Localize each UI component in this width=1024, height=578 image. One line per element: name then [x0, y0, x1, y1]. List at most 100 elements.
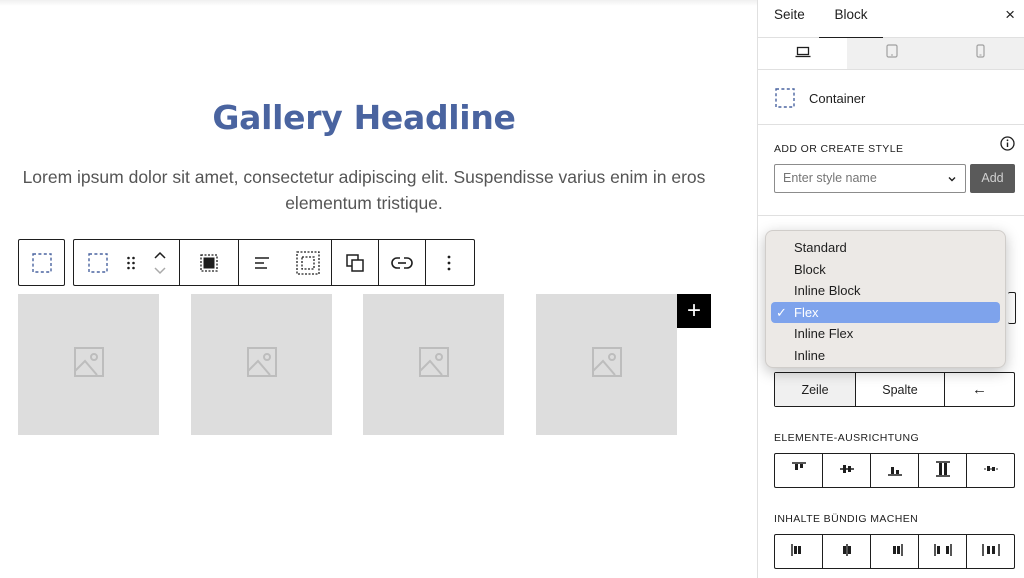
- device-desktop-button[interactable]: [758, 38, 847, 69]
- display-option-inline-block[interactable]: Inline Block: [771, 280, 1000, 302]
- align-end-icon: [887, 462, 903, 479]
- option-label: Inline Block: [794, 283, 861, 298]
- style-section: ADD OR CREATE STYLE Enter style name Add: [758, 125, 1024, 216]
- direction-row-button[interactable]: Zeile: [775, 373, 856, 406]
- gallery-paragraph[interactable]: Lorem ipsum dolor sit amet, consectetur …: [14, 164, 714, 216]
- add-block-button[interactable]: +: [677, 294, 711, 328]
- justify-space-around-icon: [981, 543, 1000, 560]
- padding-icon: [296, 250, 320, 275]
- justify-content-control: [774, 534, 1015, 569]
- duplicate-icon: [345, 253, 365, 273]
- justify-center-button[interactable]: [823, 535, 871, 568]
- justify-start-button[interactable]: [775, 535, 823, 568]
- info-icon[interactable]: [1000, 136, 1015, 156]
- move-up-down-button[interactable]: [141, 240, 179, 285]
- display-option-standard[interactable]: Standard: [771, 237, 1000, 259]
- gallery-image-placeholder[interactable]: [536, 294, 677, 435]
- justify-space-between-icon: [933, 543, 952, 560]
- justify-space-around-button[interactable]: [967, 535, 1014, 568]
- justify-center-icon: [839, 543, 855, 560]
- align-items-control: [774, 453, 1015, 488]
- gallery-headline[interactable]: Gallery Headline: [0, 98, 728, 137]
- checkmark-icon: ✓: [776, 304, 787, 320]
- container-icon: [775, 88, 795, 113]
- option-label: Flex: [794, 304, 819, 320]
- duplicate-button[interactable]: [332, 240, 378, 285]
- move-up-down-icon: [153, 250, 167, 276]
- justify-space-between-button[interactable]: [919, 535, 967, 568]
- direction-reverse-button[interactable]: ←: [945, 373, 1014, 406]
- align-center-button[interactable]: [823, 454, 871, 487]
- align-baseline-icon: [983, 462, 999, 479]
- drag-handle-icon: [126, 255, 136, 271]
- align-items-label: ELEMENTE-AUSRICHTUNG: [774, 432, 920, 444]
- gallery-image-placeholder[interactable]: [18, 294, 159, 435]
- justify-content-label: INHALTE BÜNDIG MACHEN: [774, 513, 919, 525]
- more-options-button[interactable]: [426, 240, 472, 285]
- container-block-button[interactable]: [19, 240, 64, 285]
- add-style-button[interactable]: Add: [970, 164, 1015, 193]
- editor-canvas: Gallery Headline Lorem ipsum dolor sit a…: [0, 0, 757, 578]
- gallery-image-placeholder[interactable]: [363, 294, 504, 435]
- style-section-label: ADD OR CREATE STYLE: [774, 143, 904, 155]
- align-left-icon: [252, 253, 272, 273]
- device-mobile-button[interactable]: [936, 38, 1024, 69]
- drag-handle[interactable]: [121, 240, 141, 285]
- container-icon: [31, 252, 52, 273]
- device-switcher: [758, 38, 1024, 70]
- justify-end-icon: [887, 543, 903, 560]
- display-option-flex[interactable]: ✓ Flex: [771, 301, 1000, 323]
- option-label: Inline: [794, 347, 826, 363]
- mobile-icon: [976, 44, 985, 63]
- tab-block[interactable]: Block: [819, 0, 883, 38]
- align-start-button[interactable]: [775, 454, 823, 487]
- display-option-inline[interactable]: Inline: [771, 345, 1000, 367]
- link-button[interactable]: [379, 240, 425, 285]
- direction-column-button[interactable]: Spalte: [856, 373, 945, 406]
- display-dropdown-menu: Standard Block Inline Block ✓ Flex Inline…: [765, 230, 1006, 368]
- more-options-icon: [447, 255, 451, 271]
- select-parent-icon: [87, 252, 108, 273]
- display-option-block[interactable]: Block: [771, 259, 1000, 281]
- gallery-image-placeholder[interactable]: [191, 294, 332, 435]
- device-tablet-button[interactable]: [847, 38, 936, 69]
- link-icon: [391, 256, 413, 270]
- desktop-icon: [795, 45, 811, 63]
- tab-page[interactable]: Seite: [774, 0, 805, 38]
- align-center-icon: [839, 462, 855, 479]
- block-card: Container: [758, 70, 1024, 125]
- align-baseline-button[interactable]: [967, 454, 1014, 487]
- image-placeholder-icon: [73, 347, 104, 382]
- full-size-button[interactable]: [180, 240, 238, 285]
- tablet-icon: [885, 44, 898, 63]
- align-stretch-icon: [935, 461, 951, 480]
- flex-direction-control: Zeile Spalte ←: [774, 372, 1015, 407]
- image-placeholder-icon: [591, 347, 622, 382]
- justify-end-button[interactable]: [871, 535, 919, 568]
- style-name-placeholder: Enter style name: [783, 171, 877, 185]
- option-label: Standard: [794, 240, 847, 255]
- block-type-toolbar: [18, 239, 65, 286]
- block-toolbar: [73, 239, 475, 286]
- justify-start-icon: [790, 543, 807, 560]
- close-sidebar-button[interactable]: ×: [1005, 5, 1015, 25]
- option-label: Inline Flex: [794, 326, 854, 341]
- chevron-down-icon: [947, 173, 957, 187]
- full-size-icon: [198, 252, 220, 274]
- option-label: Block: [794, 261, 826, 277]
- display-select[interactable]: [1008, 292, 1016, 324]
- canvas-top-shadow: [0, 0, 757, 6]
- image-placeholder-icon: [418, 347, 449, 382]
- align-button[interactable]: [239, 240, 285, 285]
- sidebar-tabs: Seite Block ×: [758, 0, 1024, 38]
- display-option-inline-flex[interactable]: Inline Flex: [771, 323, 1000, 345]
- padding-button[interactable]: [285, 240, 331, 285]
- image-placeholder-icon: [246, 347, 277, 382]
- style-name-select[interactable]: Enter style name: [774, 164, 966, 193]
- select-parent-button[interactable]: [74, 240, 121, 285]
- align-stretch-button[interactable]: [919, 454, 967, 487]
- align-end-button[interactable]: [871, 454, 919, 487]
- align-start-icon: [791, 462, 807, 479]
- editor-root: Gallery Headline Lorem ipsum dolor sit a…: [0, 0, 1024, 578]
- block-name: Container: [809, 91, 866, 106]
